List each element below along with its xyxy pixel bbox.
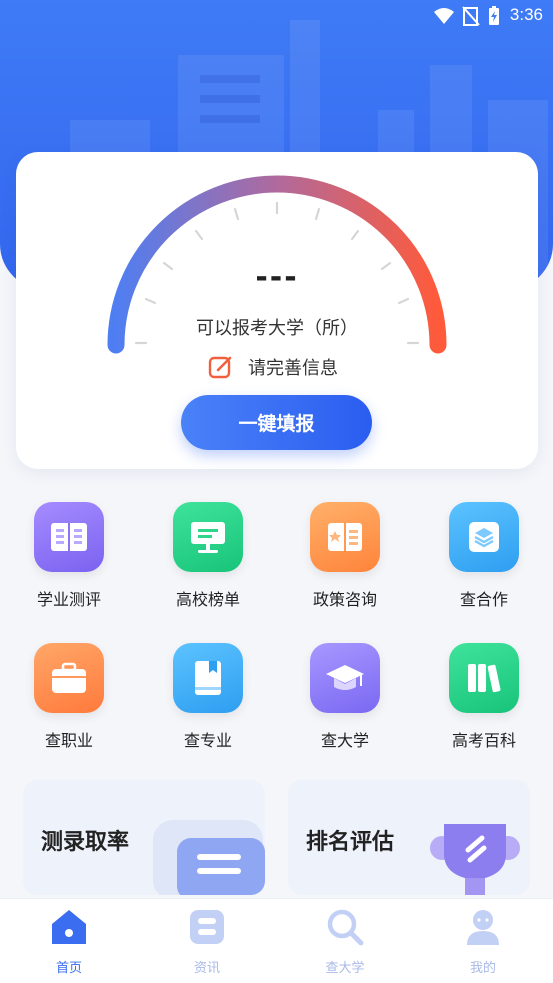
- feature-academic-assessment[interactable]: 学业测评: [9, 502, 129, 610]
- university-count-value: ---: [255, 260, 299, 295]
- news-icon: [190, 910, 224, 944]
- status-time: 3:36: [509, 5, 543, 24]
- monitor-icon: [173, 502, 243, 572]
- no-signal-icon: [462, 6, 480, 26]
- feature-university-ranking[interactable]: 高校榜单: [148, 502, 268, 610]
- tab-university-search[interactable]: 查大学: [295, 907, 395, 976]
- bookmark-book-icon: [173, 643, 243, 713]
- tab-label: 首页: [55, 961, 82, 976]
- feature-policy-consulting[interactable]: 政策咨询: [285, 502, 405, 610]
- feature-label: 高校榜单: [175, 590, 240, 609]
- feature-label: 学业测评: [36, 590, 101, 609]
- home-icon: [52, 910, 86, 944]
- complete-info-link[interactable]: 请完善信息: [208, 352, 338, 382]
- feature-major-search[interactable]: 查专业: [148, 643, 268, 751]
- news-icon: [310, 502, 380, 572]
- tab-label: 资讯: [193, 961, 220, 976]
- complete-info-text: 请完善信息: [248, 358, 338, 379]
- feature-label: 查专业: [183, 731, 232, 750]
- admission-gauge-card: --- 可以报考大学（所） 请完善信息 一键填报: [16, 152, 538, 469]
- edit-icon: [208, 356, 232, 379]
- admission-rate-card[interactable]: 测录取率: [23, 780, 265, 895]
- ranking-assessment-card[interactable]: 排名评估: [288, 780, 530, 895]
- trophy-icon: [430, 824, 520, 895]
- feature-university-search[interactable]: 查大学: [285, 643, 405, 751]
- briefcase-icon: [34, 643, 104, 713]
- feature-label: 查大学: [320, 731, 369, 750]
- tab-profile[interactable]: 我的: [433, 907, 533, 976]
- graduation-cap-icon: [310, 643, 380, 713]
- user-icon: [467, 910, 499, 945]
- book-icon: [34, 502, 104, 572]
- feature-label: 查职业: [44, 731, 93, 750]
- bottom-tab-bar: 首页 资讯 查大学 我的: [0, 898, 553, 983]
- feature-label: 政策咨询: [312, 590, 377, 609]
- university-count-label: 可以报考大学（所）: [196, 318, 358, 339]
- wifi-icon: [434, 8, 454, 24]
- feature-cooperation[interactable]: 查合作: [424, 502, 544, 610]
- status-bar: 3:36: [0, 0, 553, 32]
- layers-icon: [449, 502, 519, 572]
- feature-career-search[interactable]: 查职业: [9, 643, 129, 751]
- tab-home[interactable]: 首页: [19, 907, 119, 976]
- feature-gaokao-encyclopedia[interactable]: 高考百科: [424, 643, 544, 751]
- admission-rate-title: 测录取率: [41, 830, 130, 855]
- tab-label: 我的: [469, 961, 496, 976]
- books-icon: [449, 643, 519, 713]
- feature-label: 查合作: [459, 590, 508, 609]
- chart-doc-icon: [153, 820, 265, 895]
- search-icon: [327, 909, 364, 946]
- one-click-fill-button[interactable]: 一键填报: [181, 395, 372, 450]
- battery-charging-icon: [489, 6, 499, 25]
- feature-label: 高考百科: [451, 731, 516, 750]
- ranking-assessment-title: 排名评估: [306, 830, 395, 855]
- tab-news[interactable]: 资讯: [157, 907, 257, 976]
- tab-label: 查大学: [325, 961, 365, 976]
